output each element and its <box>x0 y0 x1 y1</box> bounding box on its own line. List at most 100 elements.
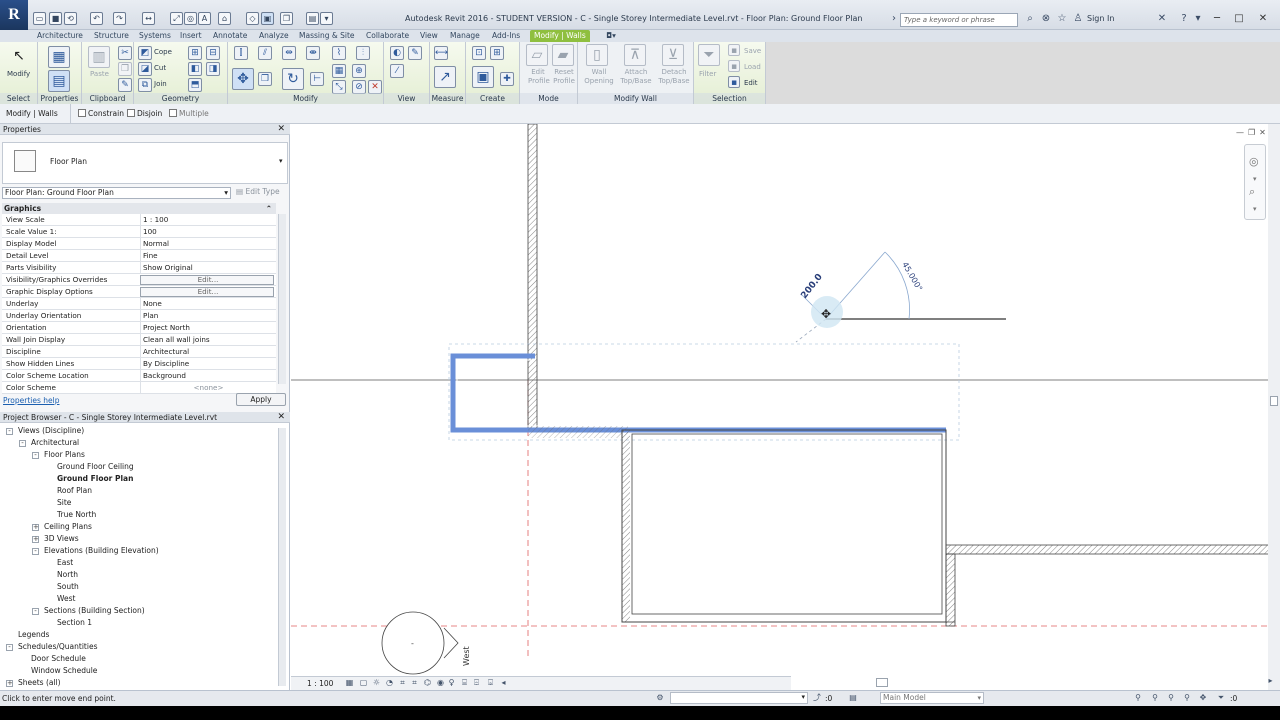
subscription-icon[interactable]: ⊗ <box>1040 13 1052 25</box>
editing-requests-icon[interactable]: ⤴ <box>812 693 822 703</box>
cut-geometry-icon[interactable]: ◪ <box>138 62 152 76</box>
close-window-button[interactable]: ✕ <box>1254 12 1272 26</box>
detach-top-base-button[interactable]: Detach Top/Base <box>656 68 692 86</box>
exchange-apps-icon[interactable]: ✕ <box>1156 13 1168 25</box>
property-row[interactable]: Visibility/Graphics Overrides Edit... <box>2 274 276 286</box>
close-browser-icon[interactable]: ✕ <box>277 412 285 423</box>
application-menu-button[interactable]: R <box>0 0 28 30</box>
property-row[interactable]: Show Hidden Lines By Discipline <box>2 358 276 370</box>
browser-item[interactable]: Ground Floor Plan <box>57 474 133 483</box>
analytical-model-icon[interactable]: ♀ <box>447 678 456 687</box>
help-icon[interactable]: ? <box>1178 13 1190 25</box>
tree-expander-icon[interactable]: - <box>32 548 39 555</box>
tree-expander-icon[interactable]: + <box>32 524 39 531</box>
elevation-label-west[interactable]: West <box>462 646 471 666</box>
switch-windows-icon[interactable]: ▤ <box>306 12 319 25</box>
properties-icon[interactable]: ▤ <box>48 70 70 92</box>
browser-item[interactable]: 3D Views <box>44 534 79 543</box>
linework-icon[interactable]: ⁄ <box>390 64 404 78</box>
edit-selection-button[interactable]: Edit <box>744 79 758 87</box>
browser-item[interactable]: Schedules/Quantities <box>18 642 97 651</box>
measure-icon[interactable]: ↔ <box>142 12 155 25</box>
detail-level-icon[interactable]: ▦ <box>345 678 354 687</box>
property-row[interactable]: Scale Value 1: 100 <box>2 226 276 238</box>
save-selection-button[interactable]: Save <box>744 47 761 55</box>
create-parts-icon[interactable]: ⊞ <box>490 46 504 60</box>
section-icon[interactable]: ◇ <box>246 12 259 25</box>
customize-qat-icon[interactable]: ▾ <box>320 12 333 25</box>
attach-top-base-icon[interactable]: ⊼ <box>624 44 646 66</box>
property-value[interactable]: Architectural <box>140 346 274 357</box>
tab-massing-site[interactable]: Massing & Site <box>299 30 355 42</box>
constrain-checkbox[interactable]: Constrain <box>78 109 124 118</box>
undo-icon[interactable]: ↶ <box>90 12 103 25</box>
property-value[interactable]: Background <box>140 370 274 381</box>
tree-expander-icon[interactable]: - <box>19 440 26 447</box>
corridor-wall[interactable] <box>945 544 1271 555</box>
create-group-icon[interactable]: ▣ <box>472 66 494 88</box>
property-value[interactable]: Fine <box>140 250 274 261</box>
filter-button[interactable]: Filter <box>699 70 716 78</box>
pin-icon[interactable]: ⊕ <box>352 64 366 78</box>
property-row[interactable]: Color Scheme Location Background <box>2 370 276 382</box>
override-graphics-icon[interactable]: ✎ <box>408 46 422 60</box>
create-similar-icon[interactable]: ✚ <box>500 72 514 86</box>
view-scale-button[interactable]: 1 : 100 <box>307 679 333 688</box>
reset-profile-button[interactable]: Reset Profile <box>552 68 576 86</box>
property-row[interactable]: Display Model Normal <box>2 238 276 250</box>
filter-icon[interactable]: ⏷ <box>698 44 720 66</box>
view-window-controls[interactable]: —❐✕ <box>1236 128 1270 137</box>
browser-item[interactable]: North <box>57 570 78 579</box>
tab-architecture[interactable]: Architecture <box>37 30 83 42</box>
move-icon[interactable]: ✥ <box>232 68 254 90</box>
property-value[interactable]: Plan <box>140 310 274 321</box>
edit-type-button[interactable]: ▤ Edit Type <box>236 187 280 196</box>
property-value[interactable]: Clean all wall joins <box>140 334 274 345</box>
property-value[interactable]: Normal <box>140 238 274 249</box>
elevation-arrow-icon[interactable] <box>443 627 459 659</box>
browser-item[interactable]: Architectural <box>31 438 79 447</box>
tab-insert[interactable]: Insert <box>180 30 202 42</box>
property-row[interactable]: Detail Level Fine <box>2 250 276 262</box>
tab-annotate[interactable]: Annotate <box>213 30 247 42</box>
sun-path-icon[interactable]: ☼ <box>372 678 381 687</box>
trim-extend-icon[interactable]: ⊢ <box>310 72 324 86</box>
user-icon[interactable]: ♙ <box>1072 13 1084 25</box>
visual-style-icon[interactable]: ▢ <box>359 678 368 687</box>
browser-item[interactable]: East <box>57 558 73 567</box>
tree-expander-icon[interactable]: - <box>32 452 39 459</box>
scroll-left-icon[interactable]: ◂ <box>499 678 508 687</box>
browser-item[interactable]: West <box>57 594 75 603</box>
property-edit-button[interactable]: Edit... <box>140 287 274 297</box>
cope-button[interactable]: Cope <box>154 48 172 56</box>
minimize-ribbon-icon[interactable]: ◘▾ <box>603 30 619 42</box>
canvas-horizontal-scroll-thumb[interactable] <box>876 678 888 687</box>
wall-joins-icon[interactable]: ⊞ <box>188 46 202 60</box>
select-underlay-icon[interactable]: ⚲ <box>1150 693 1160 703</box>
temporary-properties-icon[interactable]: ⌹ <box>472 678 481 687</box>
zoom-icon[interactable]: ⌕ <box>1249 185 1255 199</box>
crop-view-icon[interactable]: ⌗ <box>398 678 407 687</box>
browser-item[interactable]: Sheets (all) <box>18 678 61 687</box>
browser-scrollbar[interactable] <box>278 428 286 686</box>
modify-cursor-icon[interactable]: ↖ <box>8 46 30 68</box>
drag-elements-icon[interactable]: ✥ <box>1198 693 1208 703</box>
panel-select-label[interactable]: Select <box>0 93 37 104</box>
design-options-icon[interactable]: ▤ <box>848 693 858 703</box>
copy-icon[interactable]: ❐ <box>258 72 272 86</box>
property-row[interactable]: Wall Join Display Clean all wall joins <box>2 334 276 346</box>
join-button[interactable]: Join <box>154 80 167 88</box>
properties-scrollbar[interactable] <box>278 214 286 384</box>
open-icon[interactable]: ▭ <box>33 12 46 25</box>
design-option-select[interactable]: Main Model ▾ <box>880 692 984 704</box>
search-input[interactable]: Type a keyword or phrase <box>900 13 1018 27</box>
create-assembly-icon[interactable]: ⊡ <box>472 46 486 60</box>
wall-opening-icon[interactable]: ▯ <box>586 44 608 66</box>
property-row[interactable]: View Scale 1 : 100 <box>2 214 276 226</box>
type-properties-icon[interactable]: ▦ <box>48 46 70 68</box>
edit-profile-icon[interactable]: ▱ <box>526 44 548 66</box>
vertical-wall[interactable] <box>527 124 538 431</box>
browser-item[interactable]: Legends <box>18 630 49 639</box>
dimension-icon[interactable]: ↗ <box>434 66 456 88</box>
instance-filter-select[interactable]: Floor Plan: Ground Floor Plan ▾ <box>2 187 231 199</box>
